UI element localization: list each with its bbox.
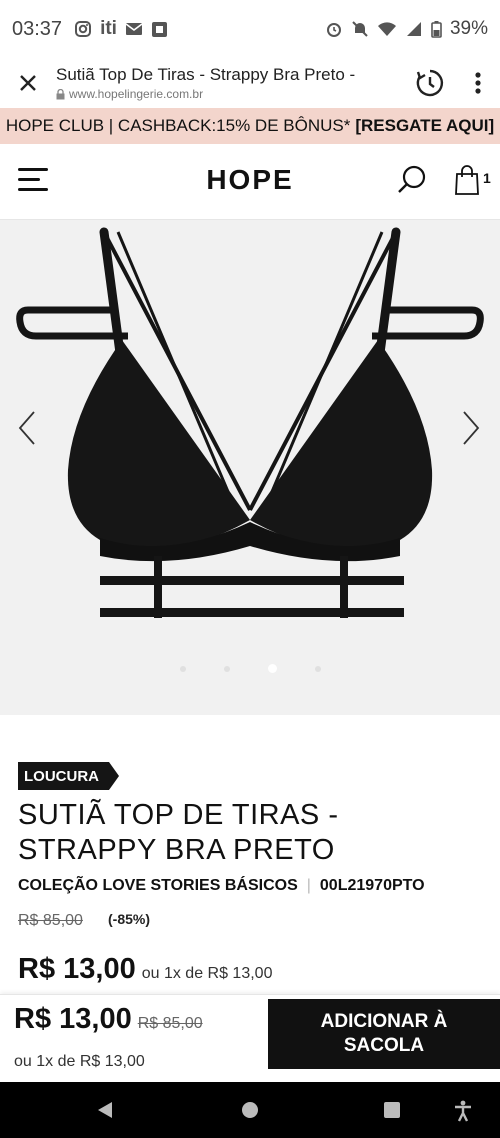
- url-line: www.hopelingerie.com.br: [56, 87, 404, 101]
- status-bar: 03:37 iti 39%: [0, 0, 500, 58]
- gallery-dot[interactable]: [179, 665, 186, 672]
- mute-icon: [351, 20, 369, 38]
- battery-percent: 39%: [449, 18, 488, 39]
- sticky-price-row: R$ 13,00 R$ 85,00: [14, 1003, 203, 1036]
- promo-text: HOPE CLUB | CASHBACK:15% DE BÔNUS*: [5, 116, 351, 135]
- meta-divider: |: [306, 877, 311, 894]
- alarm-icon: [325, 20, 343, 38]
- price-row: R$ 13,00 ou 1x de R$ 13,00: [18, 953, 272, 986]
- accessibility-icon: [455, 1100, 471, 1122]
- battery-icon: [431, 20, 442, 38]
- more-vertical-icon: [475, 72, 481, 94]
- sticky-current-price: R$ 13,00: [14, 1003, 132, 1035]
- close-icon: [20, 75, 36, 91]
- product-image: [16, 227, 484, 618]
- status-right: 39%: [325, 18, 488, 40]
- square-app-icon: [151, 21, 168, 38]
- installment-text: ou 1x de R$ 13,00: [141, 965, 273, 982]
- custom-tab-bar: Sutiã Top De Tiras - Strappy Bra Preto -…: [0, 58, 500, 108]
- promo-cta-link[interactable]: [RESGATE AQUI]: [355, 116, 494, 136]
- chevron-right-icon: [463, 411, 480, 445]
- gallery-prev-button[interactable]: [16, 410, 38, 451]
- product-name: SUTIÃ TOP DE TIRAS - STRAPPY BRA PRETO: [18, 799, 339, 866]
- gallery-dot[interactable]: [314, 665, 321, 672]
- product-tag: LOUCURA: [18, 762, 119, 790]
- sticky-buy-bar: R$ 13,00 R$ 85,00 ou 1x de R$ 13,00 ADIC…: [0, 994, 500, 1082]
- shopping-bag-button[interactable]: [454, 164, 480, 201]
- gallery-dot[interactable]: [223, 665, 230, 672]
- gallery-dot-active[interactable]: [267, 664, 277, 673]
- back-button[interactable]: [96, 1100, 114, 1120]
- iti-icon: iti: [100, 18, 117, 39]
- old-price: R$ 85,00: [18, 912, 83, 929]
- instagram-icon: [74, 20, 92, 38]
- home-circle-icon: [242, 1102, 258, 1118]
- sticky-old-price: R$ 85,00: [137, 1015, 203, 1032]
- current-price: R$ 13,00: [18, 953, 136, 985]
- shopping-bag-icon: [455, 165, 479, 195]
- signal-icon: [405, 21, 423, 37]
- accessibility-button[interactable]: [452, 1100, 474, 1122]
- url-block[interactable]: Sutiã Top De Tiras - Strappy Bra Preto -…: [56, 65, 404, 101]
- product-meta: COLEÇÃO LOVE STORIES BÁSICOS | 00L21970P…: [18, 877, 425, 895]
- history-icon: [416, 69, 444, 97]
- chevron-left-icon: [18, 411, 35, 445]
- bag-count-badge: 1: [483, 170, 491, 186]
- back-triangle-icon: [98, 1102, 112, 1118]
- lock-icon: [56, 88, 65, 99]
- recents-button[interactable]: [382, 1100, 402, 1120]
- discount-badge: (-85%): [108, 911, 151, 927]
- search-icon: [398, 165, 426, 193]
- wifi-icon: [377, 21, 397, 37]
- close-tab-button[interactable]: [0, 73, 56, 93]
- url-text: www.hopelingerie.com.br: [69, 87, 204, 101]
- product-gallery[interactable]: [0, 220, 500, 715]
- page-title: Sutiã Top De Tiras - Strappy Bra Preto -: [56, 65, 356, 84]
- home-button[interactable]: [240, 1100, 260, 1120]
- status-time: 03:37: [12, 17, 63, 40]
- overflow-menu-button[interactable]: [456, 72, 500, 94]
- search-button[interactable]: [396, 164, 428, 201]
- add-to-bag-button[interactable]: ADICIONAR À SACOLA: [268, 999, 500, 1069]
- recents-square-icon: [384, 1102, 400, 1118]
- history-button[interactable]: [404, 68, 456, 98]
- gallery-next-button[interactable]: [460, 410, 482, 451]
- product-collection[interactable]: COLEÇÃO LOVE STORIES BÁSICOS: [18, 877, 298, 895]
- product-sku: 00L21970PTO: [319, 877, 425, 894]
- status-left-icons: iti: [74, 18, 168, 40]
- site-header: HOPE 1: [0, 144, 500, 220]
- sticky-installment: ou 1x de R$ 13,00: [14, 1053, 145, 1070]
- mail-icon: [125, 22, 143, 36]
- promo-banner[interactable]: HOPE CLUB | CASHBACK:15% DE BÔNUS* [RESG…: [0, 108, 500, 144]
- system-nav-bar: [0, 1082, 500, 1138]
- gallery-dots: [0, 664, 500, 673]
